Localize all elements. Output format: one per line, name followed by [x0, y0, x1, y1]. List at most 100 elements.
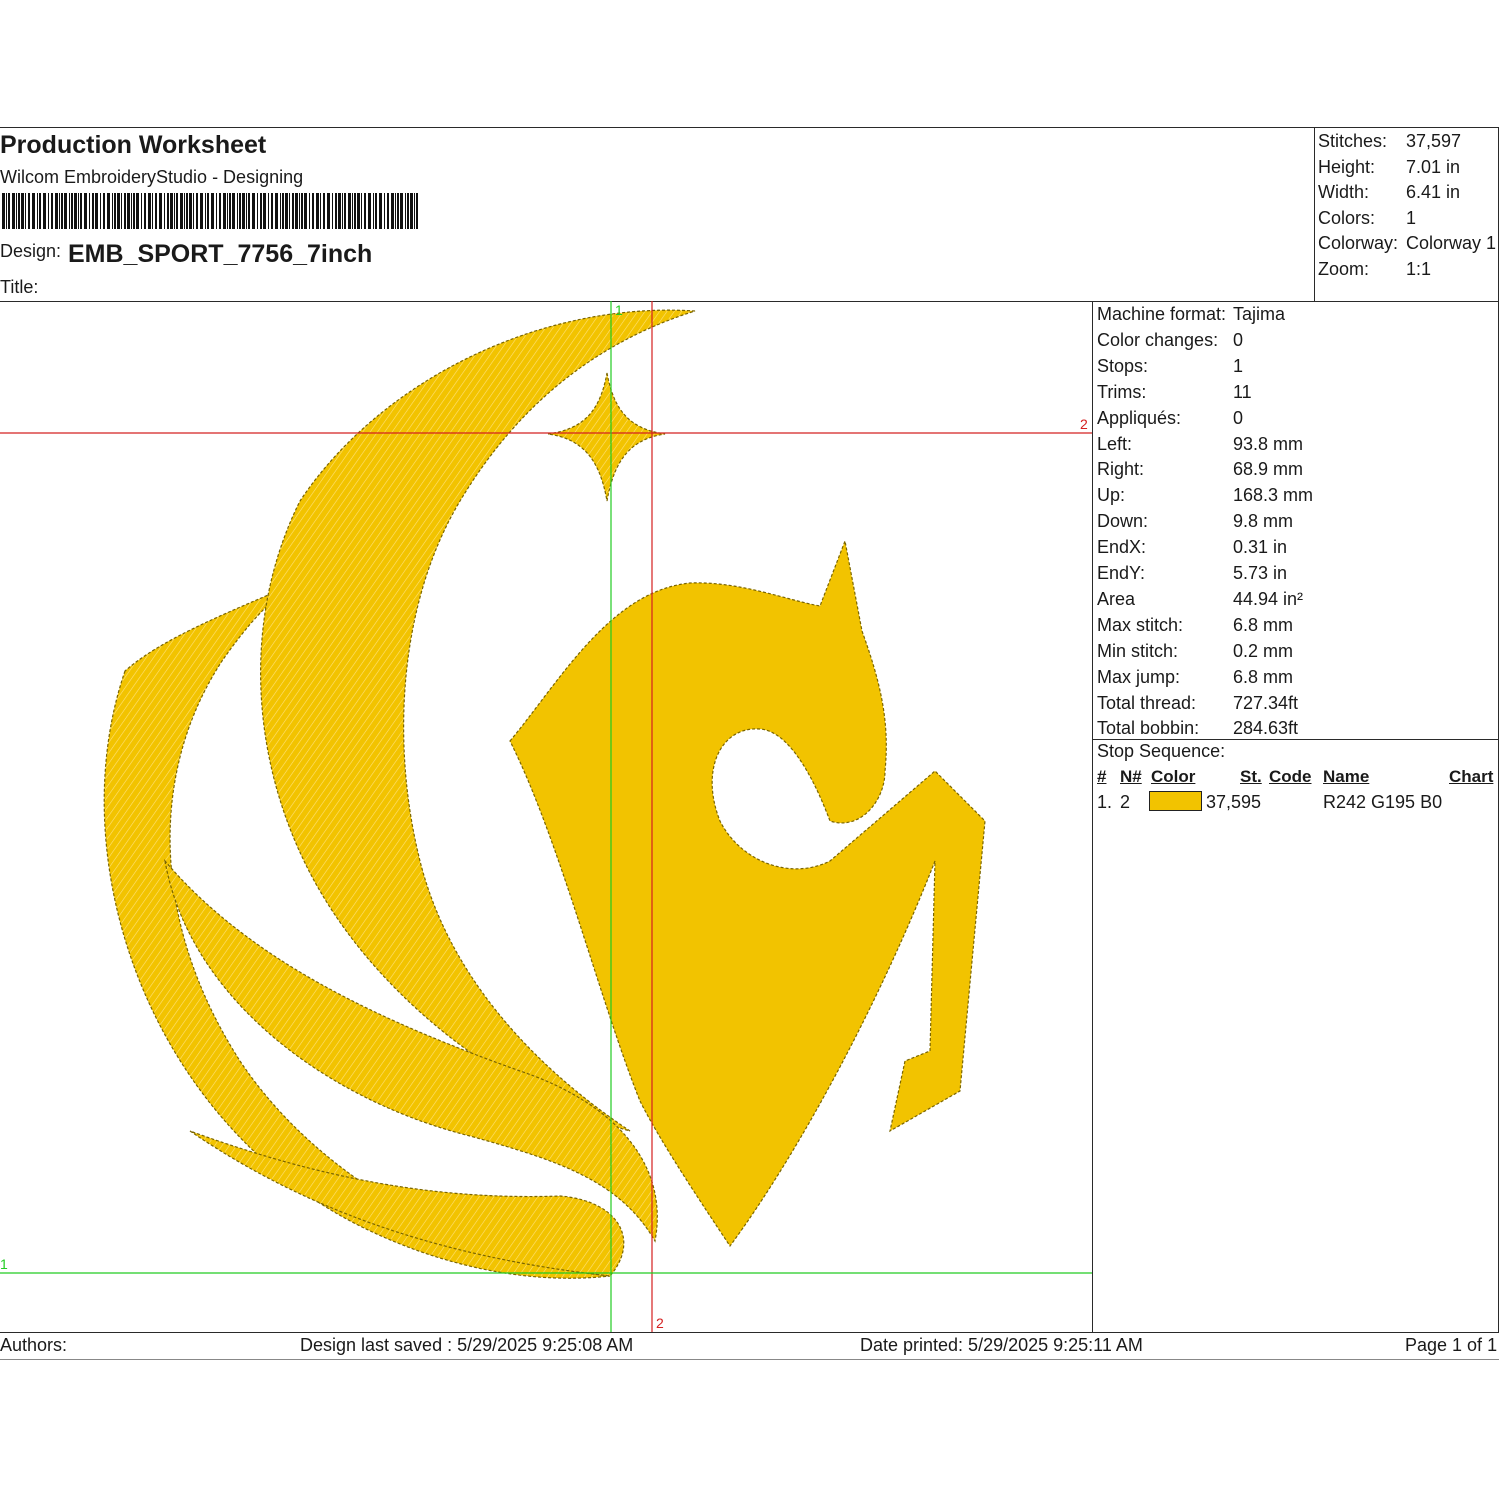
barcode-bar — [69, 193, 70, 229]
barcode-bar — [320, 193, 321, 229]
barcode-bar — [39, 193, 41, 229]
barcode-bar — [124, 193, 126, 229]
detail-value: 11 — [1233, 381, 1252, 402]
barcode-bar — [292, 193, 294, 229]
barcode-bar — [364, 193, 366, 229]
barcode-bar — [229, 193, 231, 229]
barcode-bar — [167, 193, 169, 229]
barcode-bar — [391, 193, 394, 229]
row-num: 1. — [1097, 792, 1113, 812]
col-stitches-header: St. — [1240, 767, 1262, 786]
summary-label: Colorway: — [1318, 233, 1399, 253]
barcode-icon — [2, 193, 418, 229]
barcode-bar — [141, 193, 142, 229]
barcode-bar — [55, 193, 58, 229]
barcode-bar — [301, 193, 303, 229]
detail-value: 0.31 in — [1233, 537, 1288, 558]
detail-label: Min stitch: — [1097, 640, 1179, 661]
col-num-header: # — [1097, 767, 1107, 786]
barcode-bar — [239, 193, 241, 229]
pegasus-logo-artwork: 2 2 1 1 — [0, 301, 1092, 1332]
barcode-bar — [260, 193, 262, 229]
barcode-bar — [211, 193, 214, 229]
barcode-bar — [375, 193, 377, 229]
design-preview: 2 2 1 1 — [0, 301, 1092, 1332]
bottom-border — [0, 1359, 1499, 1360]
barcode-bar — [159, 193, 162, 229]
barcode-bar — [289, 193, 290, 229]
color-swatch — [1149, 791, 1202, 811]
green-h-marker: 1 — [0, 1256, 8, 1272]
detail-label: Max jump: — [1097, 666, 1181, 687]
barcode-bar — [89, 193, 90, 229]
barcode-bar — [152, 193, 153, 229]
barcode-bar — [368, 193, 371, 229]
barcode-bar — [219, 193, 221, 229]
barcode-bar — [407, 193, 409, 229]
barcode-bar — [84, 193, 87, 229]
barcode-bar — [112, 193, 113, 229]
summary-label: Colors: — [1318, 207, 1376, 228]
barcode-bar — [80, 193, 82, 229]
barcode-bar — [193, 193, 194, 229]
detail-value: 9.8 mm — [1233, 511, 1294, 532]
barcode-bar — [400, 193, 403, 229]
page-number: Page 1 of 1 — [1405, 1335, 1498, 1355]
summary-label: Stitches: — [1318, 131, 1388, 151]
barcode-bar — [37, 193, 38, 229]
top-border — [0, 127, 1499, 128]
row-color-name: R242 G195 B0 — [1323, 792, 1443, 812]
detail-value: 0 — [1233, 407, 1244, 428]
detail-label: Up: — [1097, 485, 1126, 506]
detail-value: 1 — [1233, 355, 1244, 376]
detail-label: Appliqués: — [1097, 407, 1182, 428]
barcode-bar — [186, 193, 188, 229]
barcode-bar — [268, 193, 269, 229]
production-worksheet: Production Worksheet Wilcom EmbroiderySt… — [0, 127, 1499, 1363]
barcode-bar — [6, 193, 7, 229]
barcode-bar — [216, 193, 217, 229]
barcode-bar — [252, 193, 255, 229]
detail-value: Tajima — [1233, 304, 1286, 324]
col-chart-header: Chart — [1449, 767, 1494, 786]
barcode-bar — [28, 193, 30, 229]
barcode-bar — [92, 193, 94, 229]
detail-value: 0.2 mm — [1233, 640, 1294, 661]
barcode-bar — [299, 193, 300, 229]
barcode-bar — [416, 193, 418, 229]
barcode-bar — [200, 193, 203, 229]
barcode-bar — [285, 193, 288, 229]
barcode-bar — [16, 193, 17, 229]
barcode-bar — [164, 193, 165, 229]
detail-label: EndX: — [1097, 537, 1147, 558]
summary-value: 7.01 in — [1406, 156, 1461, 177]
barcode-bar — [205, 193, 206, 229]
summary-value: 37,597 — [1406, 131, 1462, 151]
detail-label: Down: — [1097, 511, 1149, 532]
barcode-bar — [12, 193, 15, 229]
detail-label: Left: — [1097, 433, 1133, 454]
barcode-bar — [95, 193, 98, 229]
title-label: Title: — [0, 277, 39, 297]
summary-label: Zoom: — [1318, 258, 1370, 279]
summary-value: 1:1 — [1406, 258, 1432, 279]
star-shape — [547, 372, 666, 502]
barcode-bar — [257, 193, 258, 229]
barcode-bar — [103, 193, 105, 229]
barcode-bar — [271, 193, 273, 229]
barcode-bar — [395, 193, 396, 229]
barcode-bar — [344, 193, 346, 229]
canvas-divider — [1092, 301, 1093, 1332]
detail-label: Right: — [1097, 459, 1145, 480]
last-saved: Design last saved : 5/29/2025 9:25:08 AM — [300, 1335, 634, 1355]
barcode-bar — [316, 193, 319, 229]
barcode-bar — [309, 193, 310, 229]
barcode-bar — [117, 193, 120, 229]
barcode-bar — [144, 193, 146, 229]
barcode-bar — [71, 193, 73, 229]
page-title: Production Worksheet — [0, 131, 267, 159]
barcode-bar — [332, 193, 333, 229]
barcode-bar — [176, 193, 178, 229]
col-needle-header: N# — [1120, 767, 1142, 786]
detail-label: Color changes: — [1097, 329, 1219, 350]
